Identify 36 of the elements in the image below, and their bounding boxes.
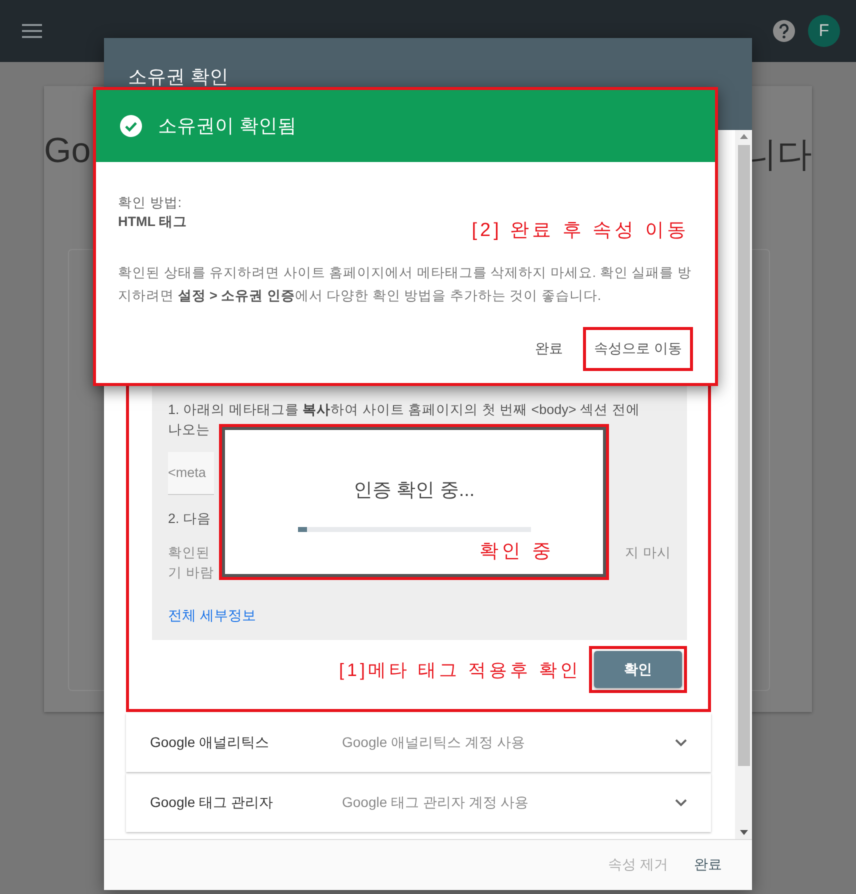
success-title: 소유권이 확인됨 [158,115,296,139]
dialog-title: 소유권 확인 [128,67,228,88]
note-text: 확인된 [168,544,210,562]
note-text: 지 마시 [625,544,671,562]
instruction-text: 2. 다음 [168,510,212,528]
page-heading-fragment: Go [44,131,91,171]
chevron-icon[interactable] [675,738,687,746]
footer-button[interactable]: 완료 [686,848,730,882]
menu-icon[interactable] [22,23,44,39]
scrollbar-thumb[interactable] [738,145,750,766]
dialog-button[interactable]: 완료 [527,330,572,368]
scroll-down-icon[interactable] [740,830,748,835]
instruction-text: 1. 아래의 메타태그를 복사하여 사이트 홈페이지의 첫 번째 <body> 섹션 전에 [168,401,641,419]
success-message: 확인된 상태를 유지하려면 사이트 홈페이지에서 메타태그를 삭제하지 마세요. 확인 실패를 방지하려면 설정 > 소유권 인증에서 다양한 확인 방법을 추가하는 것이 좋습니다. [118,264,692,305]
method-label: 확인 방법: [118,194,183,212]
method-description: Google 태그 관리자 계정 사용 [342,794,530,812]
help-icon[interactable] [773,20,795,42]
annotation-text: [1]메타 태그 적용후 확인 [338,658,581,682]
method-name: Google 애널리틱스 [150,734,270,752]
instruction-text: 나오는 [168,421,211,439]
method-name: Google 태그 관리자 [150,794,274,812]
dialog-button[interactable]: 속성으로 이동 [586,330,690,368]
annotation-text: 확인 중 [480,540,554,564]
method-row[interactable]: Google 태그 관리자 Google 태그 관리자 계정 사용 [126,773,711,832]
note-text: 기 바람 [168,564,215,582]
details-link[interactable]: 전체 세부정보 [168,605,256,625]
check-circle-icon [120,115,142,137]
scroll-up-icon[interactable] [740,134,748,139]
verify-button[interactable]: 확인 [594,651,682,688]
method-value: HTML 태그 [118,213,187,231]
annotation-text: [2] 완료 후 속성 이동 [472,219,689,243]
chevron-icon[interactable] [675,798,687,806]
method-description: Google 애널리틱스 계정 사용 [342,734,526,752]
method-row[interactable]: Google 애널리틱스 Google 애널리틱스 계정 사용 [126,713,711,772]
progress-message: 인증 확인 중... [353,479,475,503]
user-avatar[interactable]: F [808,15,840,47]
